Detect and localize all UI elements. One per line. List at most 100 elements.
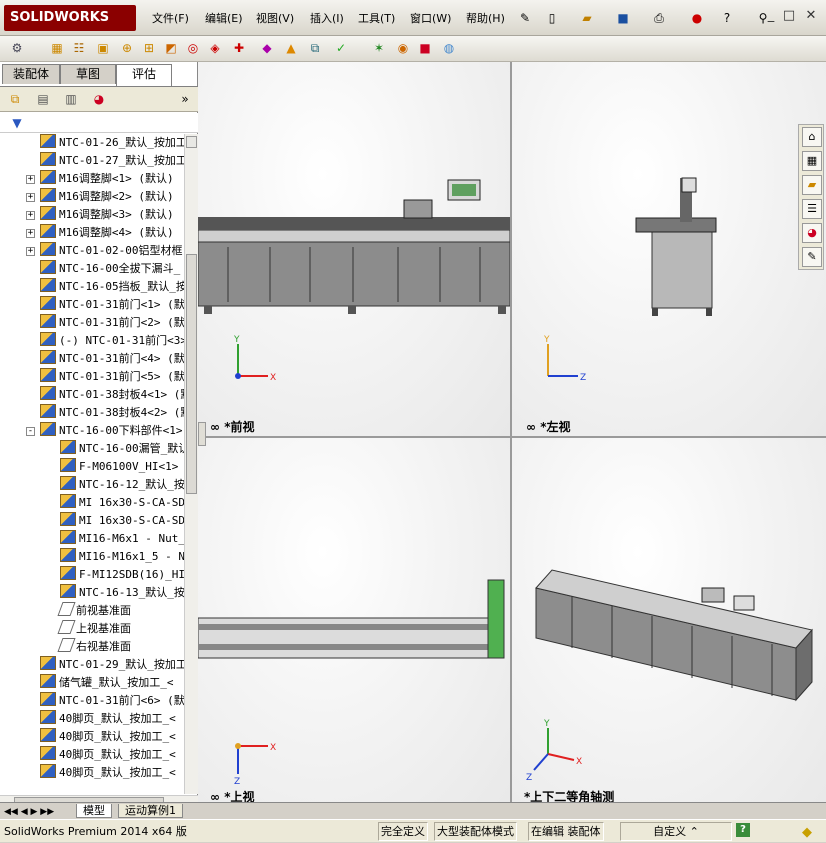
expand-chevron-icon[interactable]: » (176, 90, 194, 108)
smart-fastener-icon[interactable]: ▣ (94, 39, 112, 57)
reference-geometry-icon[interactable]: ◎ (184, 39, 202, 57)
filter-icon[interactable]: ▼ (8, 114, 26, 132)
tab-motion-study[interactable]: 运动算例1 (118, 804, 183, 818)
new-document-icon[interactable]: ▯ (543, 9, 561, 27)
viewport-front[interactable]: Y X ∞ *前视 (198, 62, 510, 436)
tree-item[interactable]: NTC-16-12_默认_按 (60, 476, 184, 494)
view-palette-icon[interactable]: ☰ (802, 199, 822, 219)
help-status-icon[interactable]: ? (736, 823, 750, 837)
pattern-icon[interactable]: ☷ (70, 39, 88, 57)
tree-item[interactable]: 储气罐_默认_按加工_< (40, 674, 174, 692)
expand-icon[interactable]: + (26, 193, 35, 202)
tree-item[interactable]: NTC-16-00全拔下漏斗_ (40, 260, 180, 278)
tree-item[interactable]: 上视基准面 (57, 620, 131, 638)
menu-file[interactable]: 文件(F) (150, 10, 191, 28)
new-motion-study-icon[interactable]: ◈ (206, 39, 224, 57)
tree-item[interactable]: NTC-01-29_默认_按加工 (40, 656, 184, 674)
move-component-icon[interactable]: ⊕ (118, 39, 136, 57)
tree-item[interactable]: 前视基准面 (57, 602, 131, 620)
tree-item[interactable]: F-M06100V_HI<1> ( (60, 458, 184, 476)
collapse-icon[interactable]: - (26, 427, 35, 436)
tree-item[interactable]: + M16调整脚<2> (默认) (26, 188, 174, 206)
graphics-area[interactable]: ⊕ ⊙ ↶ ◧ ◫ ◼ ∞ ◕ ♣ ▤ ▢ ▭ ❐ ✕ (198, 62, 826, 818)
tree-item[interactable]: 40脚页_默认_按加工_< (40, 728, 176, 746)
scroll-thumb[interactable] (186, 254, 197, 494)
expand-icon[interactable]: + (26, 229, 35, 238)
file-explorer-icon[interactable]: ▰ (802, 175, 822, 195)
menu-insert[interactable]: 插入(I) (308, 10, 346, 28)
home-icon[interactable]: ⌂ (802, 127, 822, 147)
minimize-button[interactable]: _ (762, 8, 780, 24)
menu-edit[interactable]: 编辑(E) (203, 10, 245, 28)
tree-item[interactable]: 右视基准面 (57, 638, 131, 656)
tree-item[interactable]: MI 16x30-S-CA-SDE (60, 512, 184, 530)
viewport-trimetric[interactable]: Y X Z *上下二等角轴测 (512, 438, 826, 818)
menu-tools[interactable]: 工具(T) (356, 10, 397, 28)
tree-item[interactable]: NTC-01-31前门<4> (默 (40, 350, 184, 368)
help-icon[interactable]: ? (718, 9, 736, 27)
tree-item[interactable]: NTC-01-31前门<1> (默 (40, 296, 184, 314)
tree-item[interactable]: NTC-01-38封板4<1> (默 (40, 386, 184, 404)
tree-item[interactable]: + NTC-01-02-00铝型材框 (26, 242, 182, 260)
instant3d-icon[interactable]: ⧉ (306, 39, 324, 57)
units-selector[interactable]: 自定义 ⌃ (620, 822, 732, 841)
tag-icon[interactable]: ◆ (802, 823, 812, 843)
collapse-panel-handle[interactable] (198, 422, 206, 446)
feature-manager-icon[interactable]: ⧉ (6, 90, 24, 108)
interference-icon[interactable]: ▲ (282, 39, 300, 57)
show-hidden-icon[interactable]: ⊞ (140, 39, 158, 57)
tab-scroll-arrows[interactable]: ◀◀ ◀ ▶ ▶▶ (4, 804, 68, 818)
close-button[interactable]: ✕ (802, 8, 820, 24)
viewport-top[interactable]: X Z ∞ *上视 (198, 438, 510, 818)
appearances-icon[interactable]: ◕ (802, 223, 822, 243)
mate-icon[interactable]: ⚙ (8, 39, 26, 57)
open-folder-icon[interactable]: ▰ (578, 9, 596, 27)
tree-item[interactable]: (-) NTC-01-31前门<3> (40, 332, 184, 350)
menu-help[interactable]: 帮助(H) (464, 10, 507, 28)
rebuild-traffic-light-icon[interactable]: ● (688, 9, 706, 27)
tab-sketch[interactable]: 草图 (60, 64, 116, 84)
update-speedpak-icon[interactable]: ✓ (332, 39, 350, 57)
viewport-left[interactable]: Y Z ∞ *左视 (512, 62, 826, 436)
tree-item[interactable]: NTC-16-00漏管_默认 (60, 440, 184, 458)
tree-item[interactable]: NTC-01-31前门<5> (默 (40, 368, 184, 386)
menu-view[interactable]: 视图(V) (254, 10, 296, 28)
tree-item[interactable]: 40脚页_默认_按加工_< (40, 764, 176, 782)
expand-icon[interactable]: + (26, 247, 35, 256)
tree-item[interactable]: NTC-16-05挡板_默认_按 (40, 278, 184, 296)
tree-item[interactable]: 40脚页_默认_按加工_< (40, 746, 176, 764)
large-assembly-mode-icon[interactable]: ◉ (394, 39, 412, 57)
pin-icon[interactable]: ✎ (516, 9, 534, 27)
tree-item[interactable]: + M16调整脚<1> (默认) (26, 170, 174, 188)
restore-button[interactable]: □ (780, 8, 798, 24)
tree-item[interactable]: NTC-01-38封板4<2> (默 (40, 404, 184, 422)
tree-item[interactable]: 40脚页_默认_按加工_< (40, 710, 176, 728)
exploded-view-icon[interactable]: ◆ (258, 39, 276, 57)
tree-item[interactable]: NTC-01-26_默认_按加工 (40, 134, 184, 152)
tab-assembly[interactable]: 装配体 (2, 64, 60, 84)
expand-icon[interactable]: + (26, 211, 35, 220)
display-manager-icon[interactable]: ◕ (90, 90, 108, 108)
tree-item[interactable]: NTC-01-27_默认_按加工 (40, 152, 184, 170)
tree-item[interactable]: + M16调整脚<3> (默认) (26, 206, 174, 224)
assembly-feature-icon[interactable]: ◩ (162, 39, 180, 57)
tree-item[interactable]: NTC-01-31前门<6> (默 (40, 692, 184, 710)
tree-item[interactable]: MI16-M16x1_5 - Nu (60, 548, 184, 566)
take-snapshot-icon[interactable]: ✶ (370, 39, 388, 57)
configuration-manager-icon[interactable]: ▥ (62, 90, 80, 108)
design-library-icon[interactable]: ▦ (802, 151, 822, 171)
render-icon[interactable]: ◍ (440, 39, 458, 57)
expand-icon[interactable]: + (26, 175, 35, 184)
tree-item[interactable]: NTC-16-13_默认_按 (60, 584, 184, 602)
save-icon[interactable]: ■ (614, 9, 632, 27)
bill-of-materials-icon[interactable]: ✚ (230, 39, 248, 57)
property-manager-icon[interactable]: ▤ (34, 90, 52, 108)
insert-component-icon[interactable]: ▦ (48, 39, 66, 57)
tree-item[interactable]: F-MI12SDB(16)_HI< (60, 566, 184, 584)
tree-item[interactable]: MI 16x30-S-CA-SDE (60, 494, 184, 512)
custom-properties-icon[interactable]: ✎ (802, 247, 822, 267)
appearance-icon[interactable]: ■ (416, 39, 434, 57)
solidworks-logo[interactable]: SOLIDWORKS (4, 5, 136, 31)
tab-evaluate[interactable]: 评估 (116, 64, 172, 86)
tree-item[interactable]: NTC-01-31前门<2> (默 (40, 314, 184, 332)
